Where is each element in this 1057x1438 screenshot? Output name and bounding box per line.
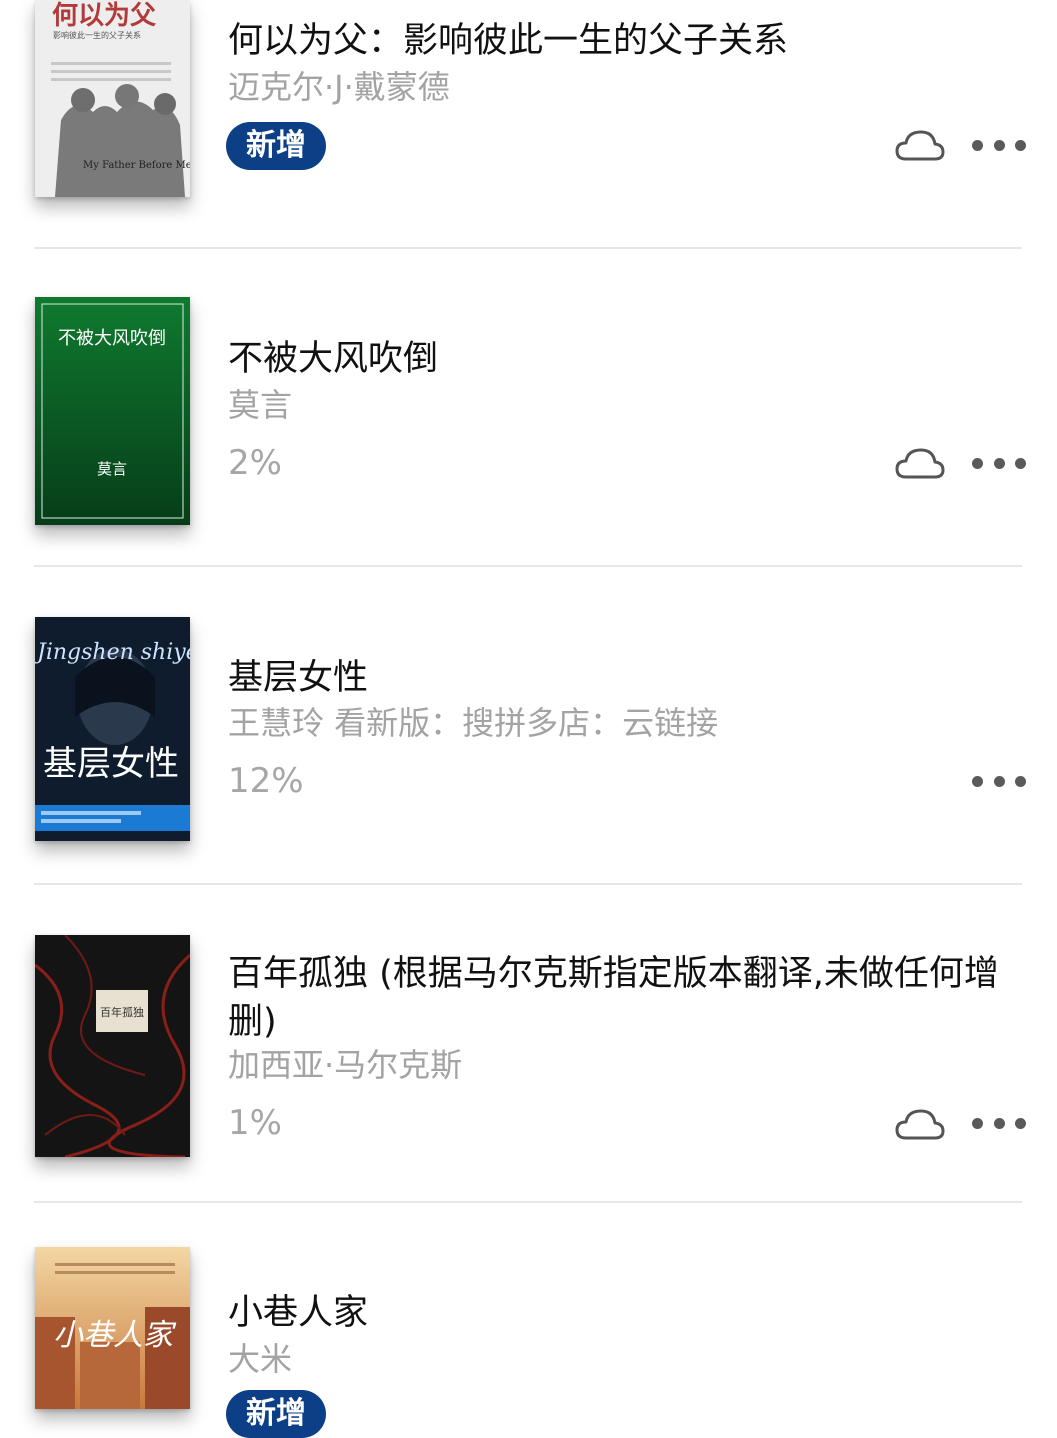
cover-title: 百年孤独 [100, 1005, 144, 1019]
cloud-icon[interactable] [894, 127, 946, 163]
reading-progress: 1% [228, 1103, 282, 1143]
cover-title: 何以为父 [52, 1, 157, 31]
cover-art-green: 不被大风吹倒 莫言 [35, 297, 190, 525]
book-author: 加西亚·马尔克斯 [228, 1046, 463, 1084]
more-icon[interactable] [972, 138, 1026, 152]
cover-subtitle: 影响彼此一生的父子关系 [53, 30, 141, 40]
book-author: 迈克尔·J·戴蒙德 [228, 68, 450, 106]
book-author: 王慧玲 看新版：搜拼多店：云链接 [228, 704, 719, 742]
book-cover[interactable]: 小巷人家 [35, 1247, 190, 1409]
cover-art-alley: 小巷人家 [35, 1247, 190, 1409]
book-cover[interactable]: 百年孤独 [35, 935, 190, 1157]
book-author: 莫言 [228, 386, 293, 424]
divider [34, 247, 1022, 249]
cover-en-title: My Father Before Me [83, 160, 190, 171]
cover-art-father: 何以为父 影响彼此一生的父子关系 My Father Before Me [35, 0, 190, 197]
divider [34, 883, 1022, 885]
divider [34, 565, 1022, 567]
book-title[interactable]: 不被大风吹倒 [228, 336, 1028, 382]
more-icon[interactable] [972, 456, 1026, 470]
reading-progress: 2% [228, 443, 282, 483]
book-author: 大米 [228, 1340, 293, 1378]
book-title[interactable]: 何以为父：影响彼此一生的父子关系 [228, 18, 1028, 64]
cover-author: 莫言 [97, 460, 127, 478]
cover-art-solitude: 百年孤独 [35, 935, 190, 1157]
book-title[interactable]: 基层女性 [228, 655, 1028, 701]
cover-title: 不被大风吹倒 [58, 328, 166, 349]
cover-art-women: Jingshen shiye De Jianli 基层女性 [35, 617, 190, 841]
new-badge: 新增 [226, 1390, 326, 1438]
cover-title: 小巷人家 [53, 1318, 177, 1353]
cover-script: Jingshen shiye De Jianli [35, 640, 190, 665]
book-cover[interactable]: 不被大风吹倒 莫言 [35, 297, 190, 525]
book-cover[interactable]: Jingshen shiye De Jianli 基层女性 [35, 617, 190, 841]
more-icon[interactable] [972, 774, 1026, 788]
cover-title: 基层女性 [43, 744, 179, 784]
new-badge: 新增 [226, 122, 326, 170]
divider [34, 1201, 1022, 1203]
cloud-icon[interactable] [894, 1106, 946, 1142]
cloud-icon[interactable] [894, 445, 946, 481]
more-icon[interactable] [972, 1116, 1026, 1130]
book-title[interactable]: 百年孤独 (根据马尔克斯指定版本翻译,未做任何增删) [228, 950, 1028, 1046]
book-cover[interactable]: 何以为父 影响彼此一生的父子关系 My Father Before Me [35, 0, 190, 197]
reading-progress: 12% [228, 761, 304, 801]
book-title[interactable]: 小巷人家 [228, 1290, 1028, 1336]
